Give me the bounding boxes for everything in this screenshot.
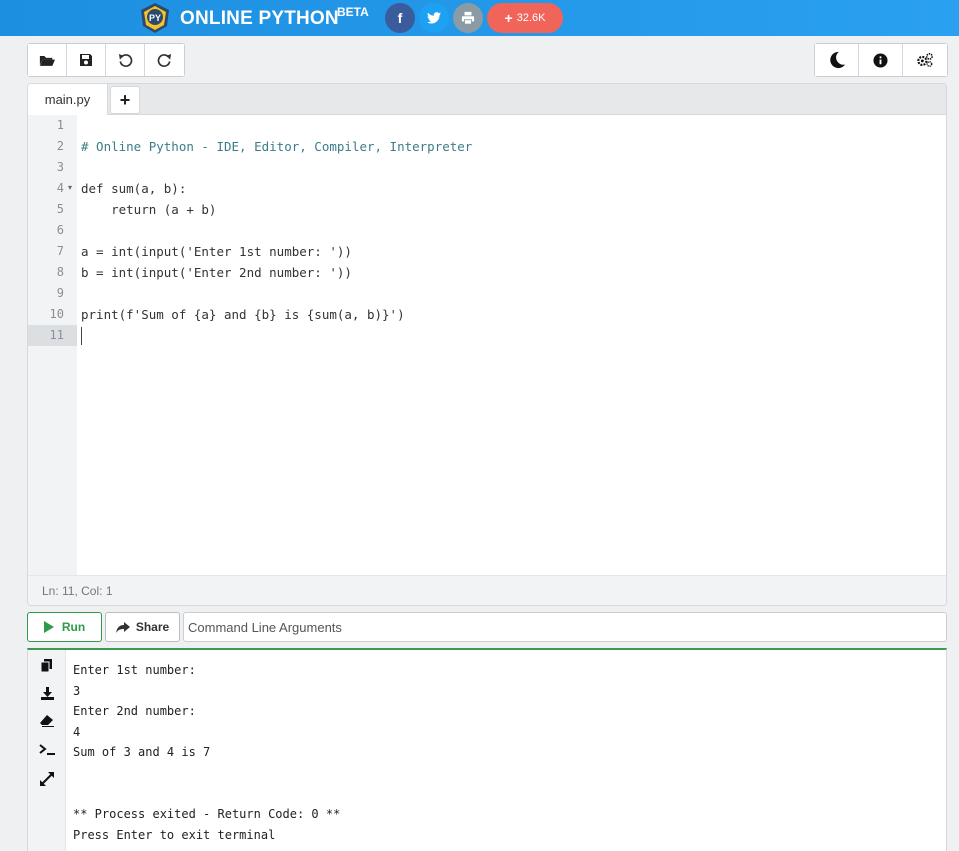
save-file-button[interactable] [67,44,106,76]
run-button-label: Run [61,620,86,634]
eraser-icon [40,715,54,727]
file-toolbar [27,43,185,77]
info-icon [873,52,888,68]
dark-mode-moon-icon [829,51,845,69]
line-number: 7 [56,244,64,258]
copy-icon [41,658,52,672]
terminal-sidebar [28,650,66,851]
terminal-line: 4 [73,725,81,739]
code-line: def sum(a, b): [81,181,187,196]
terminal-line: 3 [73,684,81,698]
run-button[interactable]: Run [27,612,102,642]
line-number: 11 [49,328,64,342]
add-file-tab-button[interactable]: + [110,86,140,114]
terminal-line: ** Process exited - Return Code: 0 ** [73,807,341,821]
save-icon [80,54,92,66]
dark-mode-button[interactable] [815,44,859,76]
facebook-share-button[interactable]: f [385,3,415,33]
terminal-prompt-icon [39,744,55,755]
open-file-button[interactable] [28,44,67,76]
file-tab-bar: main.py + [28,84,946,115]
line-number: 2 [56,139,64,153]
line-number: 1 [56,118,64,132]
code-editor-panel: main.py + 1 2 3 4 ▾ 5 6 7 8 9 10 11 # On… [27,83,947,606]
share-count-value: 32.6K [516,12,546,24]
top-header-bar: PY ONLINE PYTHON BETA f + 32.6K [0,0,959,36]
line-number-gutter: 1 2 3 4 ▾ 5 6 7 8 9 10 11 [28,115,77,577]
download-icon [40,686,54,700]
terminal-line: Enter 1st number: [73,663,196,677]
line-number: 3 [56,160,64,174]
line-number: 8 [56,265,64,279]
settings-button[interactable] [903,44,947,76]
line-number: 4 [56,181,64,195]
share-button[interactable]: Share [105,612,180,642]
terminal-output-panel[interactable]: Enter 1st number: 3 Enter 2nd number: 4 … [27,648,947,851]
expand-terminal-button[interactable] [38,770,56,788]
folder-open-icon [39,55,55,66]
svg-text:PY: PY [149,13,161,23]
line-number: 5 [56,202,64,216]
share-button-label: Share [135,620,170,634]
twitter-icon [427,12,441,24]
code-line: a = int(input('Enter 1st number: ')) [81,244,352,259]
beta-label: BETA [337,5,369,19]
info-button[interactable] [859,44,903,76]
fold-toggle-icon[interactable]: ▾ [68,183,72,192]
line-number: 10 [49,307,64,321]
settings-gears-icon [917,52,933,67]
terminal-mode-button[interactable] [38,741,56,759]
facebook-icon: f [397,10,403,26]
brand-title: ONLINE PYTHON [180,8,339,29]
code-line: print(f'Sum of {a} and {b} is {sum(a, b)… [81,307,405,322]
share-count-button[interactable]: + 32.6K [487,3,563,33]
terminal-line: Press Enter to exit terminal [73,828,276,842]
code-line: return (a + b) [81,202,217,217]
copy-output-button[interactable] [38,656,56,674]
code-line: b = int(input('Enter 2nd number: ')) [81,265,352,280]
redo-button[interactable] [145,44,184,76]
undo-button[interactable] [106,44,145,76]
terminal-line: Sum of 3 and 4 is 7 [73,745,211,759]
redo-icon [157,53,172,67]
download-output-button[interactable] [38,684,56,702]
code-area[interactable]: # Online Python - IDE, Editor, Compiler,… [77,115,946,577]
share-arrow-icon [115,621,130,633]
online-python-logo[interactable]: PY [139,2,171,34]
code-line: # Online Python - IDE, Editor, Compiler,… [81,139,473,154]
tab-main-py[interactable]: main.py [28,84,108,115]
terminal-line: Enter 2nd number: [73,704,196,718]
twitter-share-button[interactable] [419,3,449,33]
print-button[interactable] [453,3,483,33]
line-number: 6 [56,223,64,237]
expand-icon [40,772,54,786]
play-icon [43,621,54,633]
plus-icon: + [504,10,513,26]
settings-toolbar [814,43,948,77]
command-line-arguments-input[interactable] [183,612,947,642]
line-number: 9 [56,286,64,300]
printer-icon [461,11,475,25]
text-cursor [81,327,82,345]
undo-icon [118,53,132,67]
editor-status-bar: Ln: 11, Col: 1 [28,575,946,605]
clear-output-button[interactable] [38,712,56,730]
